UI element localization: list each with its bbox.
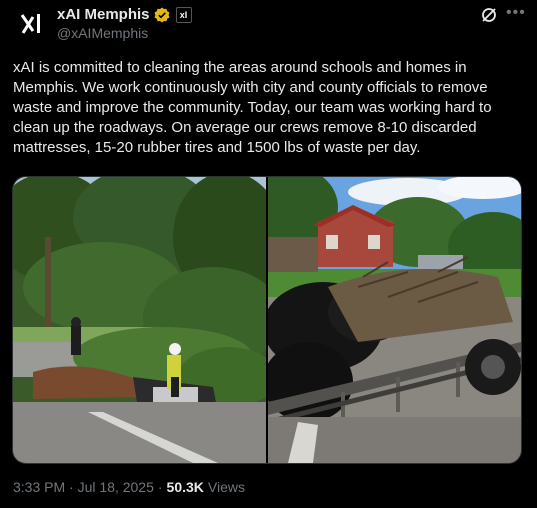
media-grid — [12, 176, 522, 464]
avatar[interactable] — [12, 4, 52, 44]
views-count: 50.3K — [166, 479, 204, 495]
views-label: Views — [207, 479, 245, 495]
meta-separator: · — [157, 479, 163, 495]
post-header: xAI Memphis xI @xAIMemphis ••• — [0, 0, 537, 48]
more-icon[interactable]: ••• — [506, 4, 526, 22]
display-name[interactable]: xAI Memphis — [57, 6, 150, 23]
post-meta: 3:33 PM · Jul 18, 2025 · 50.3K Views — [13, 479, 245, 495]
post-timestamp[interactable]: 3:33 PM · Jul 18, 2025 — [13, 479, 154, 495]
grok-icon[interactable] — [480, 6, 498, 24]
affiliate-badge[interactable]: xI — [175, 6, 192, 23]
roadside-cleanup-photo[interactable] — [13, 177, 266, 463]
verified-badge-icon[interactable] — [154, 7, 170, 23]
xai-logo-icon — [20, 14, 40, 34]
name-row: xAI Memphis xI — [57, 6, 192, 23]
post-text: xAI is committed to cleaning the areas a… — [13, 59, 492, 156]
handle[interactable]: @xAIMemphis — [57, 25, 148, 41]
debris-trailer-photo[interactable] — [268, 177, 521, 463]
